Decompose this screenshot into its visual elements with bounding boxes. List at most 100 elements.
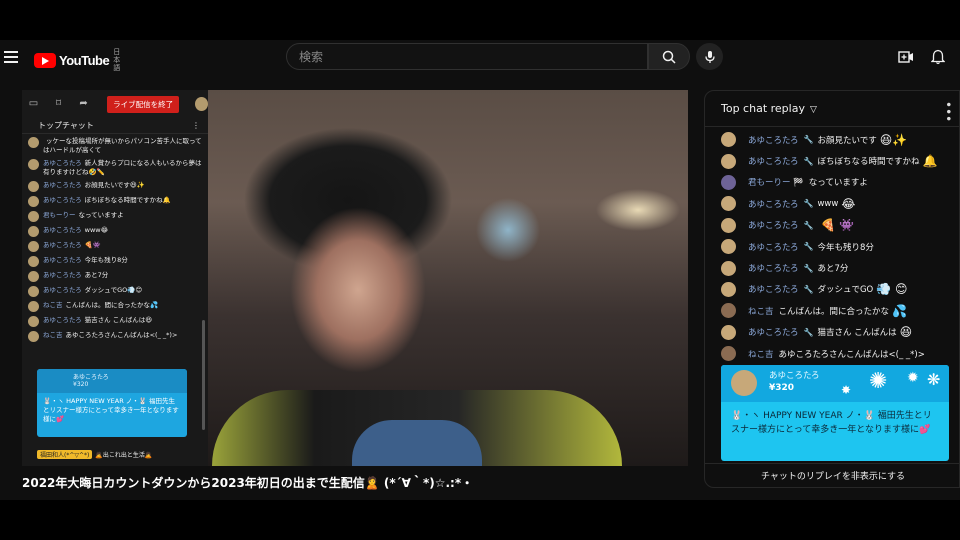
chat-mode-selector[interactable]: Top chat replay ▽ [721,102,817,115]
overlay-chat-text: あゆころたろ 猫吉さん こんばんは😆 [43,316,152,325]
overlay-chat-message: あゆころたろ ダッシュでGO💨😊 [28,286,204,297]
chat-message[interactable]: あゆころたろ 🔧 あと7分 [721,257,951,278]
author-name[interactable]: あゆころたろ [748,283,799,295]
overlay-chat-avatar [28,211,39,222]
overlay-chat-author: ねこ吉 [43,301,63,309]
member-badge-icon: 🔧 [803,220,814,230]
overlay-chat-message: あゆころたろ あと7分 [28,271,204,282]
author-name[interactable]: あゆころたろ [748,155,799,167]
author-name[interactable]: ねこ吉 [748,305,774,317]
author-name[interactable]: あゆころたろ [748,219,799,231]
author-avatar[interactable] [721,174,736,190]
message-text: ダッシュでGO [817,285,874,296]
hamburger-line [4,56,18,58]
superchat-card[interactable]: あゆころたろ ¥320 ✺ ✹ ❋ ✸ 🐰・ヽ HAPPY NEW YEAR ノ… [721,365,949,461]
end-stream-button: ライブ配信を終了 [107,95,180,113]
overlay-chat-text: あゆころたろ あと7分 [43,271,108,280]
overlay-ticker-tag: 福田和人(*^▽^*) [37,449,93,459]
chat-message[interactable]: ねこ吉 あゆころたろさんこんばんは<(_ _*)> [721,343,951,364]
overlay-share-icon: ➦ [79,98,88,109]
overlay-chat-title: トップチャット [38,121,94,130]
search-button[interactable] [648,43,690,70]
overlay-chat-avatar [28,316,39,327]
overlay-chat-body: ッケーな投稿場所が無いからパソコン苦手人に取ってはハードルが高くて [43,137,202,154]
chat-message[interactable]: あゆころたろ 🔧 www 😂 [721,193,951,214]
chat-message[interactable]: ねこ吉 こんばんは。間に合ったかな 💦 [721,300,951,321]
overlay-chat-author: 君もーりー [43,211,76,219]
overlay-chat-text: ッケーな投稿場所が無いからパソコン苦手人に取ってはハードルが高くて [43,137,204,155]
youtube-play-icon [34,52,56,68]
chat-message[interactable]: あゆころたろ 🔧 お顔見たいです 😆✨ [721,129,951,150]
overlay-chat-text: あゆころたろ ダッシュでGO💨😊 [43,286,142,295]
message-text: www [817,198,839,209]
overlay-chat-avatar [28,301,39,312]
video-player[interactable]: ▭ ⌑ ➦ ライブ配信を終了 トップチャット ⋮ ッケーな投稿場所が無いからパソ… [22,90,688,466]
author-avatar[interactable] [721,153,736,169]
author-avatar[interactable] [721,239,736,255]
author-name[interactable]: あゆころたろ [748,134,799,146]
chat-message[interactable]: 君もーりー 🏁 なっていますよ [721,172,951,193]
youtube-logo[interactable]: YouTube 日本語 [34,48,121,72]
overlay-chat-avatar [28,256,39,267]
overlay-chat-body: こんばんは。間に合ったかな💦 [65,301,159,309]
author-avatar[interactable] [721,196,736,212]
hide-chat-replay-button[interactable]: チャットのリプレイを非表示にする [705,463,959,487]
message-text: こんばんは。間に合ったかな [778,306,890,317]
voice-search-button[interactable] [696,43,723,70]
chat-message[interactable]: あゆころたろ 🔧 🍕 👾 [721,215,951,236]
author-avatar[interactable] [721,217,736,233]
search-input[interactable] [299,49,647,64]
author-avatar[interactable] [721,132,736,148]
overlay-chat-list: ッケーな投稿場所が無いからパソコン苦手人に取ってはハードルが高くて あゆころたろ新… [22,134,208,342]
author-name[interactable]: 君もーりー 🏁 [748,176,804,188]
message-text: あと7分 [817,264,849,275]
author-avatar[interactable] [721,324,736,340]
overlay-chat-text: あゆころたろ ぼちぼちなる時間ですかね🔔 [43,196,171,205]
author-name[interactable]: あゆころたろ [748,198,799,210]
overlay-chat-avatar [28,196,39,207]
message-text: ぼちぼちなる時間ですかね [817,157,920,168]
chat-message[interactable]: あゆころたろ 🔧 今年も残り8分 [721,236,951,257]
overlay-chat-message: あゆころたろ www😂 [28,226,204,237]
message-text: あゆころたろさんこんばんは<(_ _*)> [778,349,925,360]
live-chat-panel: Top chat replay ▽ ••• あゆころたろ 🔧 お顔見たいです 😆✨ あゆこ… [704,90,960,488]
chat-message[interactable]: あゆころたろ 🔧 ぼちぼちなる時間ですかね 🔔 [721,150,951,171]
firework-icon: ❋ [927,370,941,389]
author-name[interactable]: あゆころたろ [748,262,799,274]
notifications-button[interactable] [928,47,948,67]
author-avatar[interactable] [721,281,736,297]
overlay-chat-avatar [28,271,39,282]
overlay-chat-text: あゆころたろ 新人賞からプロになる人もいるから夢は有りますけどね🤣✏️ [43,159,204,177]
author-name[interactable]: あゆころたろ [748,241,799,253]
overlay-bookmark-icon: ⌑ [56,98,62,109]
overlay-scrollbar [202,320,205,430]
member-badge-icon: 🔧 [803,242,814,252]
more-options-icon[interactable]: ••• [941,101,955,122]
message-text: 今年も残り8分 [817,242,874,253]
overlay-chat-body: あゆころたろさんこんばんは<(_ _*)> [65,331,178,339]
author-avatar[interactable] [721,303,736,319]
overlay-toolbar: ▭ ⌑ ➦ ライブ配信を終了 [22,90,209,118]
chevron-down-icon: ▽ [809,105,817,115]
author-name[interactable]: ねこ吉 [748,348,774,360]
overlay-screen-icon: ▭ [28,98,39,109]
message-text: 猫吉さん こんばんは [817,328,897,339]
author-name[interactable]: あゆころたろ [748,326,799,338]
chat-message[interactable]: あゆころたろ 🔧 猫吉さん こんばんは 😆 [721,322,951,343]
bottom-letterbox [0,500,960,540]
guide-menu-button[interactable] [4,46,22,68]
author-avatar[interactable] [721,346,736,362]
message-emoji: 😆 [899,325,913,340]
overlay-chat-message: あゆころたろ 今年も残り8分 [28,256,204,267]
overlay-chat-avatar [28,286,39,297]
author-avatar[interactable] [721,260,736,276]
create-button[interactable] [896,47,916,67]
search-icon [662,50,676,64]
message-emoji: 😂 [841,196,856,211]
overlay-chat-author: あゆころたろ [43,286,82,294]
overlay-chat-author: あゆころたろ [43,241,82,249]
overlay-chat-text: あゆころたろ 今年も残り8分 [43,256,128,265]
video-subject-shirt [352,420,482,466]
chat-message[interactable]: あゆころたろ 🔧 ダッシュでGO 💨 😊 [721,279,951,300]
message-emoji: 🍕 👾 [820,218,855,233]
